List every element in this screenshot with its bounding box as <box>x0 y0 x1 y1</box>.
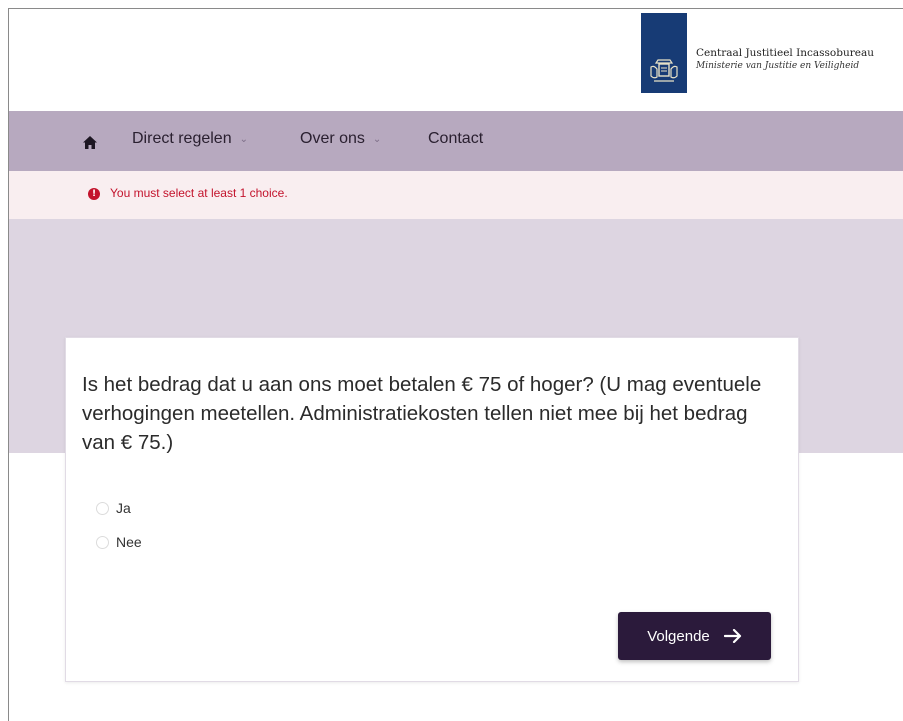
org-title: Centraal Justitieel Incassobureau <box>696 47 874 59</box>
nav-item-direct-regelen[interactable]: Direct regelen ⌄ <box>132 130 248 148</box>
error-alert: ! You must select at least 1 choice. <box>9 171 903 219</box>
header: Centraal Justitieel Incassobureau Minist… <box>9 9 903 111</box>
arrow-right-icon <box>723 629 741 643</box>
page-frame: Centraal Justitieel Incassobureau Minist… <box>8 8 903 721</box>
chevron-down-icon: ⌄ <box>372 133 382 145</box>
question-card: Is het bedrag dat u aan ons moet betalen… <box>65 337 799 682</box>
org-subtitle: Ministerie van Justitie en Veiligheid <box>696 61 860 71</box>
option-label: Nee <box>116 534 142 550</box>
option-ja[interactable]: Ja <box>96 500 131 516</box>
radio-nee[interactable] <box>96 535 109 549</box>
next-button-label: Volgende <box>647 627 710 645</box>
nav-item-contact[interactable]: Contact <box>428 130 483 148</box>
nav-item-over-ons[interactable]: Over ons ⌄ <box>300 130 381 148</box>
main-navigation: Direct regelen ⌄ Over ons ⌄ Contact <box>9 111 903 171</box>
organisation-name: Centraal Justitieel Incassobureau Minist… <box>696 47 874 72</box>
alert-message: You must select at least 1 choice. <box>110 186 288 200</box>
nav-item-label: Contact <box>428 130 484 147</box>
home-icon[interactable] <box>83 134 97 153</box>
question-text: Is het bedrag dat u aan ons moet betalen… <box>82 373 762 454</box>
nav-item-label: Direct regelen <box>132 130 232 147</box>
chevron-down-icon: ⌄ <box>239 133 248 145</box>
next-button[interactable]: Volgende <box>618 612 771 660</box>
coat-of-arms-icon <box>650 59 678 82</box>
nav-item-label: Over ons <box>300 130 365 147</box>
radio-ja[interactable] <box>96 501 109 515</box>
error-icon: ! <box>88 188 100 200</box>
option-label: Ja <box>116 500 131 516</box>
option-nee[interactable]: Nee <box>96 534 142 550</box>
logo[interactable] <box>641 13 687 93</box>
